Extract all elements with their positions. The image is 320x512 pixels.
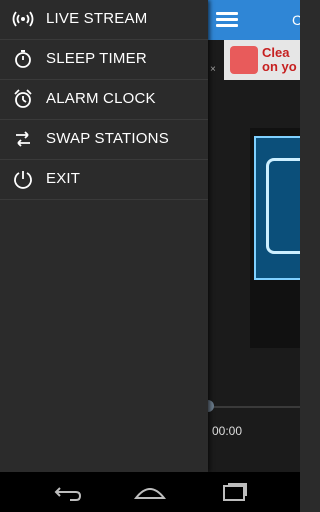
app-header: C (208, 0, 300, 40)
menu-icon[interactable] (216, 9, 238, 31)
ad-text: Clea on yo (262, 45, 297, 74)
drawer-item-label: SLEEP TIMER (46, 50, 147, 67)
back-icon[interactable] (52, 482, 84, 502)
ad-close-button[interactable]: × (210, 64, 216, 75)
station-artwork (254, 136, 300, 280)
power-icon (12, 168, 34, 190)
drawer-item-label: SWAP STATIONS (46, 130, 169, 147)
app-title: C (292, 12, 300, 28)
recents-icon[interactable] (218, 482, 250, 502)
drawer-item-exit[interactable]: EXIT (0, 160, 208, 200)
app-background: C Clea on yo × 00:00 (208, 0, 300, 472)
drawer-item-label: LIVE STREAM (46, 10, 148, 27)
sleep-timer-icon (12, 48, 34, 70)
player-panel (250, 128, 300, 348)
live-stream-icon (12, 8, 34, 30)
drawer-item-label: EXIT (46, 170, 81, 187)
progress-bar[interactable] (208, 406, 300, 408)
broom-icon (230, 46, 258, 74)
alarm-clock-icon (12, 88, 34, 110)
playback-time: 00:00 (212, 424, 243, 438)
home-icon[interactable] (133, 482, 167, 502)
drawer-item-live-stream[interactable]: LIVE STREAM (0, 0, 208, 40)
system-navigation-bar (0, 472, 300, 512)
drawer-item-swap-stations[interactable]: SWAP STATIONS (0, 120, 208, 160)
ad-banner[interactable]: Clea on yo (224, 40, 300, 80)
navigation-drawer: LIVE STREAM SLEEP TIMER ALARM CLOCK SWAP… (0, 0, 208, 472)
drawer-item-alarm-clock[interactable]: ALARM CLOCK (0, 80, 208, 120)
progress-knob[interactable] (208, 400, 214, 412)
drawer-item-sleep-timer[interactable]: SLEEP TIMER (0, 40, 208, 80)
drawer-item-label: ALARM CLOCK (46, 90, 156, 107)
swap-icon (12, 128, 34, 150)
